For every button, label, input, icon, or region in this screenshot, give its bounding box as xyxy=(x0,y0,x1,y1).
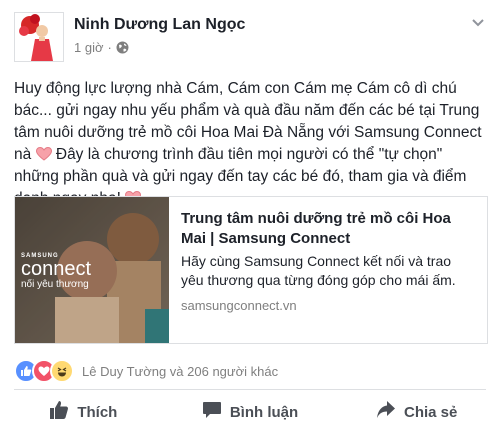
share-label: Chia sẻ xyxy=(404,403,458,421)
comment-button[interactable]: Bình luận xyxy=(167,392,334,432)
link-thumbnail[interactable]: SAMSUNG connect nối yêu thương xyxy=(15,197,169,343)
share-arrow-icon xyxy=(376,400,396,424)
link-preview-card[interactable]: SAMSUNG connect nối yêu thương Trung tâm… xyxy=(14,196,488,344)
thumb-logo: connect xyxy=(21,258,92,280)
like-button[interactable]: Thích xyxy=(0,392,167,432)
author-name[interactable]: Ninh Dương Lan Ngọc xyxy=(74,16,245,34)
comment-label: Bình luận xyxy=(229,403,299,421)
thumbs-up-icon xyxy=(49,400,69,424)
chevron-down-icon[interactable] xyxy=(470,14,486,30)
reactions-bar[interactable]: Lê Duy Tường và 206 người khác xyxy=(14,359,486,383)
post-header: Ninh Dương Lan Ngọc 1 giờ · xyxy=(14,12,486,64)
link-title[interactable]: Trung tâm nuôi dưỡng trẻ mồ côi Hoa Mai … xyxy=(181,209,475,249)
like-label: Thích xyxy=(77,403,118,421)
meta-separator: · xyxy=(107,40,112,55)
reaction-icons xyxy=(14,359,74,383)
thumb-overlay: SAMSUNG connect nối yêu thương xyxy=(21,253,91,290)
reactions-text[interactable]: Lê Duy Tường và 206 người khác xyxy=(82,364,278,379)
post-actions: Thích Bình luận Chia sẻ xyxy=(0,392,500,432)
haha-reaction-icon xyxy=(50,359,74,383)
facebook-post-card: Ninh Dương Lan Ngọc 1 giờ · Huy động lực… xyxy=(0,0,500,439)
actions-divider xyxy=(14,389,486,390)
link-domain: samsungconnect.vn xyxy=(181,298,297,313)
author-avatar[interactable] xyxy=(14,12,64,62)
comment-icon xyxy=(202,400,222,424)
post-meta: 1 giờ · xyxy=(74,40,129,55)
link-body: Trung tâm nuôi dưỡng trẻ mồ côi Hoa Mai … xyxy=(169,197,487,343)
heart-emoji-icon xyxy=(35,146,52,161)
link-description: Hãy cùng Samsung Connect kết nối và trao… xyxy=(181,253,456,288)
share-button[interactable]: Chia sẻ xyxy=(333,392,500,432)
post-time[interactable]: 1 giờ xyxy=(74,40,104,55)
thumb-tagline: nối yêu thương xyxy=(21,279,89,290)
globe-icon[interactable] xyxy=(116,41,129,54)
post-text: Huy động lực lượng nhà Cám, Cám con Cám … xyxy=(14,78,486,210)
